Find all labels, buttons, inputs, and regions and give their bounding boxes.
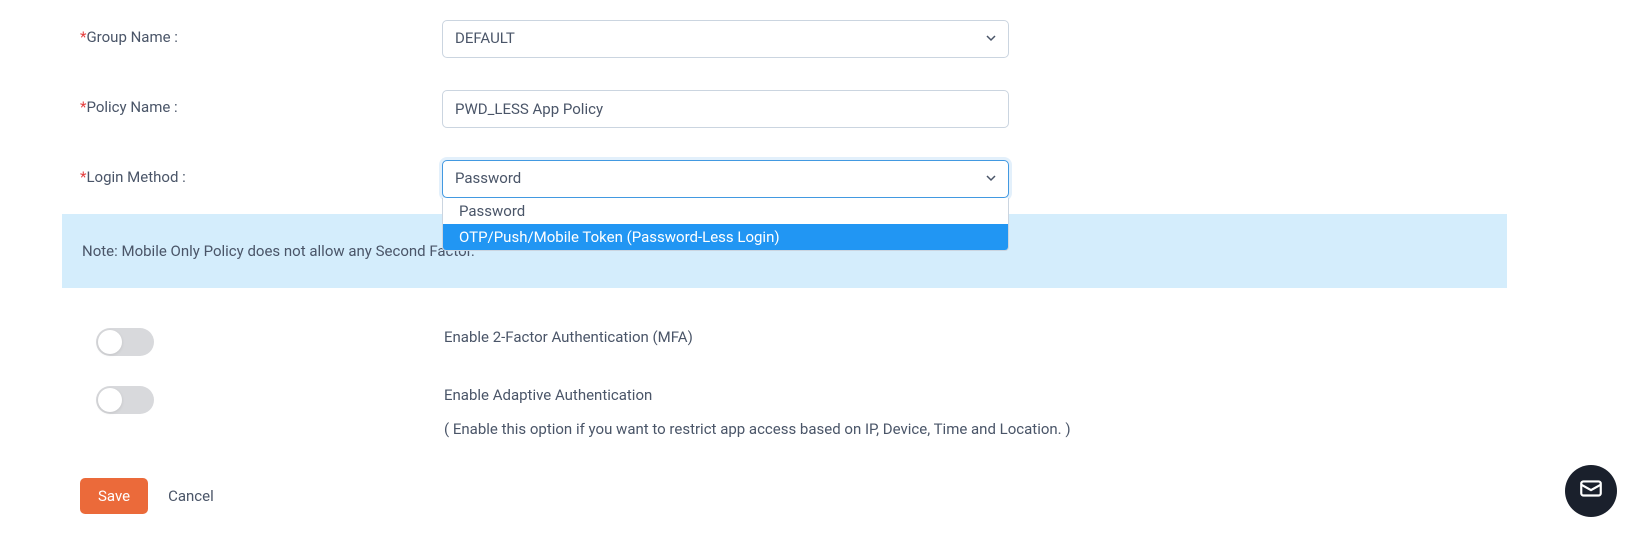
adaptive-toggle-label: Enable Adaptive Authentication xyxy=(444,386,1071,404)
group-name-label: *Group Name : xyxy=(80,20,442,46)
chat-button[interactable] xyxy=(1565,465,1617,517)
policy-name-label-text: Policy Name : xyxy=(86,98,177,116)
group-name-value: DEFAULT xyxy=(455,29,515,47)
login-method-select[interactable]: Password xyxy=(442,160,1009,198)
group-name-label-text: Group Name : xyxy=(86,28,177,46)
toggle-knob xyxy=(98,388,122,412)
login-method-value: Password xyxy=(455,169,521,187)
login-method-label-text: Login Method : xyxy=(86,168,185,186)
login-method-option-otp[interactable]: OTP/Push/Mobile Token (Password-Less Log… xyxy=(443,224,1008,250)
chat-icon xyxy=(1578,476,1604,506)
adaptive-toggle[interactable] xyxy=(96,386,154,414)
adaptive-toggle-sublabel: ( Enable this option if you want to rest… xyxy=(444,420,1071,438)
cancel-button[interactable]: Cancel xyxy=(168,487,214,505)
note-text: Note: Mobile Only Policy does not allow … xyxy=(82,242,475,260)
login-method-label: *Login Method : xyxy=(80,160,442,186)
policy-name-input[interactable] xyxy=(442,90,1009,128)
save-button[interactable]: Save xyxy=(80,478,148,514)
mfa-toggle[interactable] xyxy=(96,328,154,356)
mfa-toggle-label: Enable 2-Factor Authentication (MFA) xyxy=(444,328,693,346)
login-method-dropdown: Password OTP/Push/Mobile Token (Password… xyxy=(442,198,1009,251)
toggle-knob xyxy=(98,330,122,354)
group-name-select[interactable]: DEFAULT xyxy=(442,20,1009,58)
login-method-option-password[interactable]: Password xyxy=(443,198,1008,224)
policy-name-label: *Policy Name : xyxy=(80,90,442,116)
